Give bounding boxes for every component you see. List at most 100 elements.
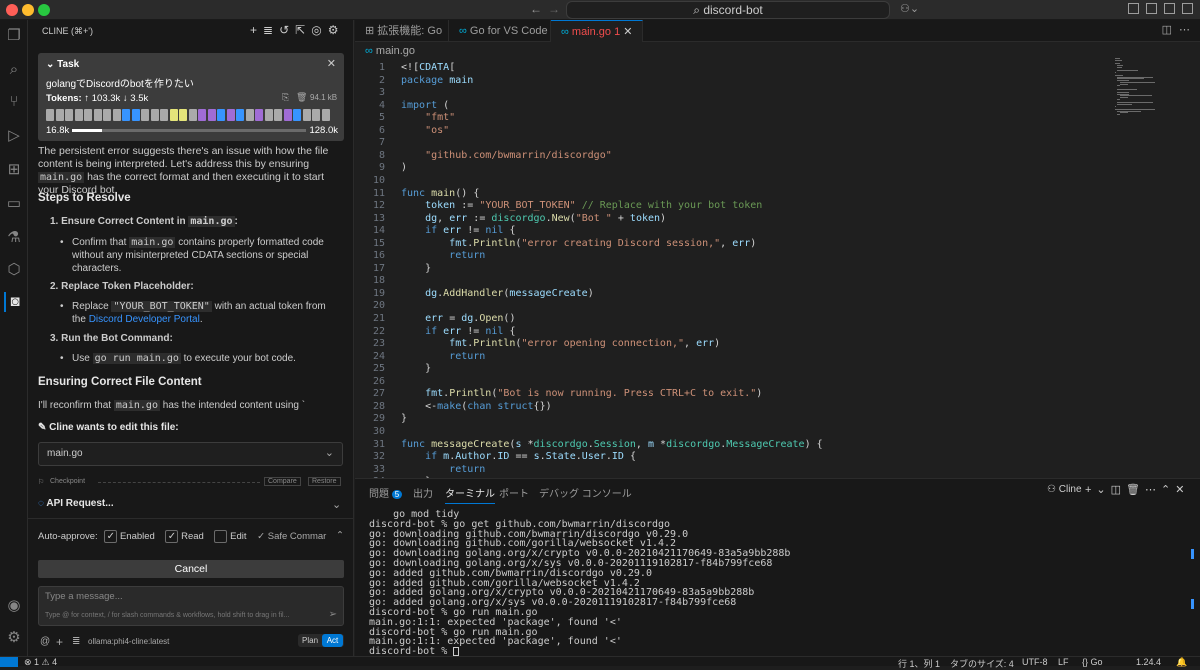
tab-problems[interactable]: 問題 5 — [369, 485, 403, 500]
new-terminal-icon[interactable]: +⌄ — [1085, 484, 1111, 496]
terminal-selector[interactable]: ⚇ Cline — [1047, 484, 1082, 495]
more-actions-icon[interactable]: ⋯ — [1145, 484, 1161, 496]
line-number: 16 — [372, 250, 385, 262]
context-segment — [179, 109, 187, 121]
split-terminal-icon[interactable]: ◫ — [1111, 484, 1126, 496]
toggle-panel-icon[interactable] — [1146, 3, 1157, 14]
extensions-icon[interactable]: ⊞ — [4, 160, 24, 180]
cursor-position[interactable]: 行 1、列 1 — [898, 657, 940, 670]
tab-debug-console[interactable]: デバッグ コンソール — [539, 485, 632, 500]
send-icon[interactable]: ➢ — [329, 609, 337, 620]
terminal-output[interactable]: go mod tidy●discord-bot % go get github.… — [369, 509, 1189, 657]
popout-icon[interactable]: ⇱ — [295, 23, 311, 37]
code-line: package main — [401, 74, 474, 86]
act-option[interactable]: Act — [322, 634, 343, 647]
notifications-icon[interactable]: 🔔 — [1176, 657, 1187, 668]
more-actions-icon[interactable]: ⋯ — [1179, 23, 1190, 36]
close-window-button[interactable] — [6, 4, 18, 16]
developer-portal-link[interactable]: Discord Developer Portal — [89, 314, 200, 325]
containers-icon[interactable]: ⬡ — [4, 260, 24, 280]
minimap-line — [1117, 66, 1123, 68]
context-segment — [245, 109, 254, 121]
code-line: err = dg.Open() — [425, 313, 516, 324]
editor-tabs: ⊞ 拡張機能: Go ∞ Go for VS Code ∞ main.go 1 … — [355, 20, 1200, 42]
model-selector[interactable]: ollama:phi4-cline:latest — [88, 637, 169, 646]
line-number: 13 — [372, 212, 385, 224]
at-mention-icon[interactable]: @ — [40, 636, 50, 647]
explorer-icon[interactable]: ❐ — [4, 26, 24, 46]
plan-act-toggle[interactable]: Plan Act — [298, 634, 344, 647]
close-icon[interactable]: ✕ — [623, 26, 632, 38]
split-editor-icon[interactable]: ◫ — [1162, 23, 1172, 36]
code-editor[interactable]: 1 <![CDATA[2 package main 3 4 import (5 "fmt"… — [355, 58, 1145, 478]
problems-status[interactable]: ⊗ 1 ⚠ 4 — [24, 657, 57, 668]
account-icon[interactable]: ◎ — [311, 23, 327, 37]
cline-icon[interactable]: ◙ — [4, 292, 24, 312]
search-icon[interactable]: ⌕ — [4, 60, 24, 80]
close-panel-icon[interactable]: ✕ — [1175, 484, 1189, 496]
safe-commands-option[interactable]: ✓ Safe Commar — [257, 531, 326, 542]
line-number: 11 — [372, 187, 385, 199]
nav-forward-icon[interactable]: → — [548, 2, 560, 16]
code-line: ) — [401, 162, 408, 174]
enabled-checkbox[interactable]: ✓ — [104, 530, 118, 543]
copilot-icon[interactable]: ⚇⌄ — [900, 2, 919, 15]
message-input[interactable]: Type a message... Type @ for context, / … — [38, 586, 344, 626]
read-checkbox[interactable]: ✓ — [165, 530, 179, 543]
maximize-panel-icon[interactable]: ⌃ — [1161, 484, 1175, 496]
restore-button[interactable]: Restore — [308, 477, 341, 486]
zoom-window-button[interactable] — [38, 4, 50, 16]
context-segment — [217, 109, 225, 121]
tab-main-go[interactable]: ∞ main.go 1 ✕ — [551, 20, 643, 42]
customize-layout-icon[interactable] — [1182, 3, 1193, 14]
line-number: 12 — [372, 200, 385, 212]
task-card[interactable]: ⌄ Task ✕ golangでDiscordのbotを作りたい Tokens:… — [38, 53, 344, 141]
breadcrumb[interactable]: ∞ main.go — [365, 45, 415, 57]
settings-gear-icon[interactable]: ⚙ — [328, 23, 345, 37]
compare-button[interactable]: Compare — [264, 477, 301, 486]
line-number: 15 — [372, 237, 385, 249]
line-number: 26 — [372, 375, 385, 387]
tab-output[interactable]: 出力 — [413, 485, 433, 500]
chevron-down-icon[interactable]: ⌄ — [332, 498, 341, 511]
file-diff-row[interactable]: main.go ⌄ — [38, 442, 343, 466]
copy-icon[interactable]: ⎘ — [282, 92, 289, 103]
indentation[interactable]: タブのサイズ: 4 — [950, 657, 1014, 670]
tab-terminal[interactable]: ターミナル — [445, 485, 495, 504]
account-icon[interactable]: ◉ — [4, 596, 24, 616]
close-icon[interactable]: ✕ — [327, 57, 336, 70]
command-center[interactable]: ⌕ discord-bot — [566, 1, 890, 19]
api-request-row[interactable]: ◌ API Request... — [38, 498, 114, 509]
toggle-primary-sidebar-icon[interactable] — [1128, 3, 1139, 14]
chevron-up-icon[interactable]: ⌃ — [336, 530, 344, 541]
cancel-button[interactable]: Cancel — [38, 560, 344, 578]
testing-icon[interactable]: ⚗ — [4, 228, 24, 248]
minimize-window-button[interactable] — [22, 4, 34, 16]
line-number: 2 — [378, 74, 385, 86]
chevron-down-icon[interactable]: ⌄ — [325, 446, 334, 459]
plus-icon[interactable]: + — [56, 635, 63, 649]
run-debug-icon[interactable]: ▷ — [4, 126, 24, 146]
toggle-secondary-sidebar-icon[interactable] — [1164, 3, 1175, 14]
nav-back-icon[interactable]: ← — [530, 2, 542, 16]
enabled-label: Enabled — [119, 531, 155, 543]
remote-explorer-icon[interactable]: ▭ — [4, 194, 24, 214]
tab-go-extension[interactable]: ⊞ 拡張機能: Go — [355, 20, 449, 42]
chevron-down-icon[interactable]: ⌄ — [46, 59, 57, 70]
server-icon[interactable]: ≣ — [72, 636, 80, 647]
minimap[interactable] — [1115, 58, 1185, 118]
tab-ports[interactable]: ポート — [499, 485, 529, 500]
line-number: 27 — [372, 388, 385, 400]
source-control-icon[interactable]: ⑂ — [4, 92, 24, 112]
minimap-line — [1117, 88, 1137, 90]
plan-option[interactable]: Plan — [302, 636, 318, 645]
tab-go-for-vscode[interactable]: ∞ Go for VS Code — [449, 20, 551, 42]
history-icon[interactable]: ↺ — [279, 23, 295, 37]
manage-gear-icon[interactable]: ⚙ — [4, 628, 24, 648]
trash-icon[interactable]: 🗑 — [1126, 484, 1145, 496]
plus-icon[interactable]: + — [250, 23, 263, 37]
edit-checkbox[interactable] — [214, 530, 228, 543]
activity-bar: ❐ ⌕ ⑂ ▷ ⊞ ▭ ⚗ ⬡ ◙ ◉ ⚙ — [0, 20, 28, 656]
trash-icon[interactable]: 🗑 — [296, 92, 307, 103]
mcp-icon[interactable]: ≣ — [263, 23, 279, 37]
